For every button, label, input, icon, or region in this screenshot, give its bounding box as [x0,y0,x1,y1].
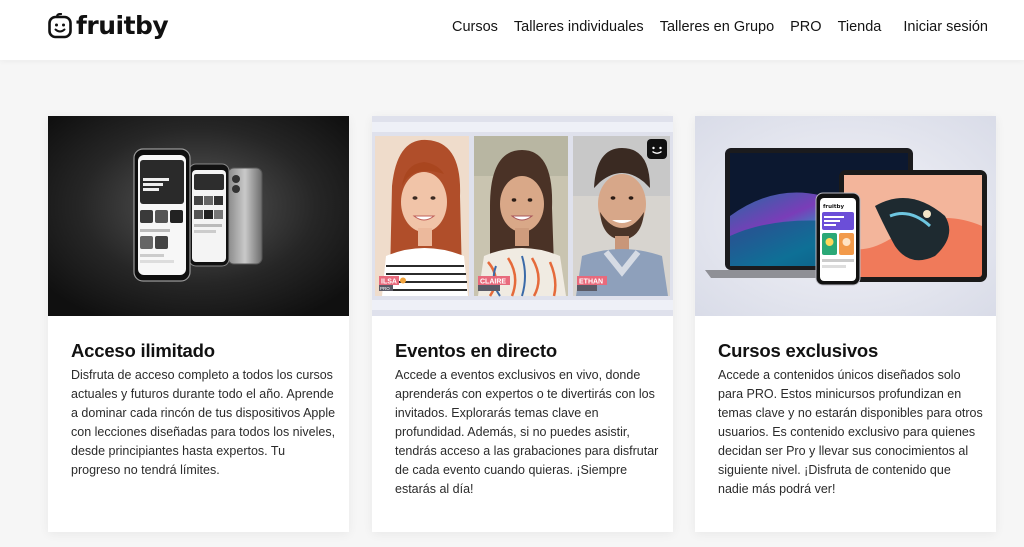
card-title: Eventos en directo [395,340,557,361]
name-label-ilsa: ILSA [381,279,397,286]
logo[interactable]: fruitby [48,11,169,41]
nav-item-tienda[interactable]: Tienda [838,19,882,35]
role-label-ilsa: PRO [380,286,390,291]
video-call-image: ILSA PRO CLAIRE ETHAN [372,116,673,316]
participant-claire-video [474,136,568,297]
card-title: Acceso ilimitado [71,340,215,361]
feature-card-eventos: ILSA PRO CLAIRE ETHAN Eventos en directo… [372,116,673,532]
feature-card-acceso: Acceso ilimitado Disfruta de acceso comp… [48,116,349,532]
card-description: Disfruta de acceso completo a todos los … [71,368,336,477]
card-description: Accede a contenidos únicos diseñados sol… [718,368,983,496]
feature-card-cursos: fruitby Cursos exclusivos Accede a conte… [695,116,996,532]
name-label-ethan: ETHAN [579,279,603,286]
nav-item-talleres-en-grupo[interactable]: Talleres en Grupo [660,19,774,35]
svg-text:fruitby: fruitby [823,204,844,210]
fruitby-logo-icon [48,13,72,39]
participant-ilsa-video [375,136,469,296]
fruitby-badge-icon [647,139,667,159]
main-nav: Cursos Talleres individuales Talleres en… [436,0,988,54]
card-title: Cursos exclusivos [718,340,879,361]
card-description: Accede a eventos exclusivos en vivo, don… [395,368,659,496]
login-link[interactable]: Iniciar sesión [903,19,988,35]
nav-item-cursos[interactable]: Cursos [452,19,498,35]
devices-image: fruitby [695,116,996,316]
logo-text: fruitby [76,11,169,40]
nav-item-talleres-individuales[interactable]: Talleres individuales [514,19,644,35]
site-header: fruitby Cursos Talleres individuales Tal… [0,0,1024,60]
name-label-claire: CLAIRE [480,279,506,286]
phones-image [48,116,349,316]
nav-item-pro[interactable]: PRO [790,19,821,35]
participant-ethan-video [573,136,670,296]
